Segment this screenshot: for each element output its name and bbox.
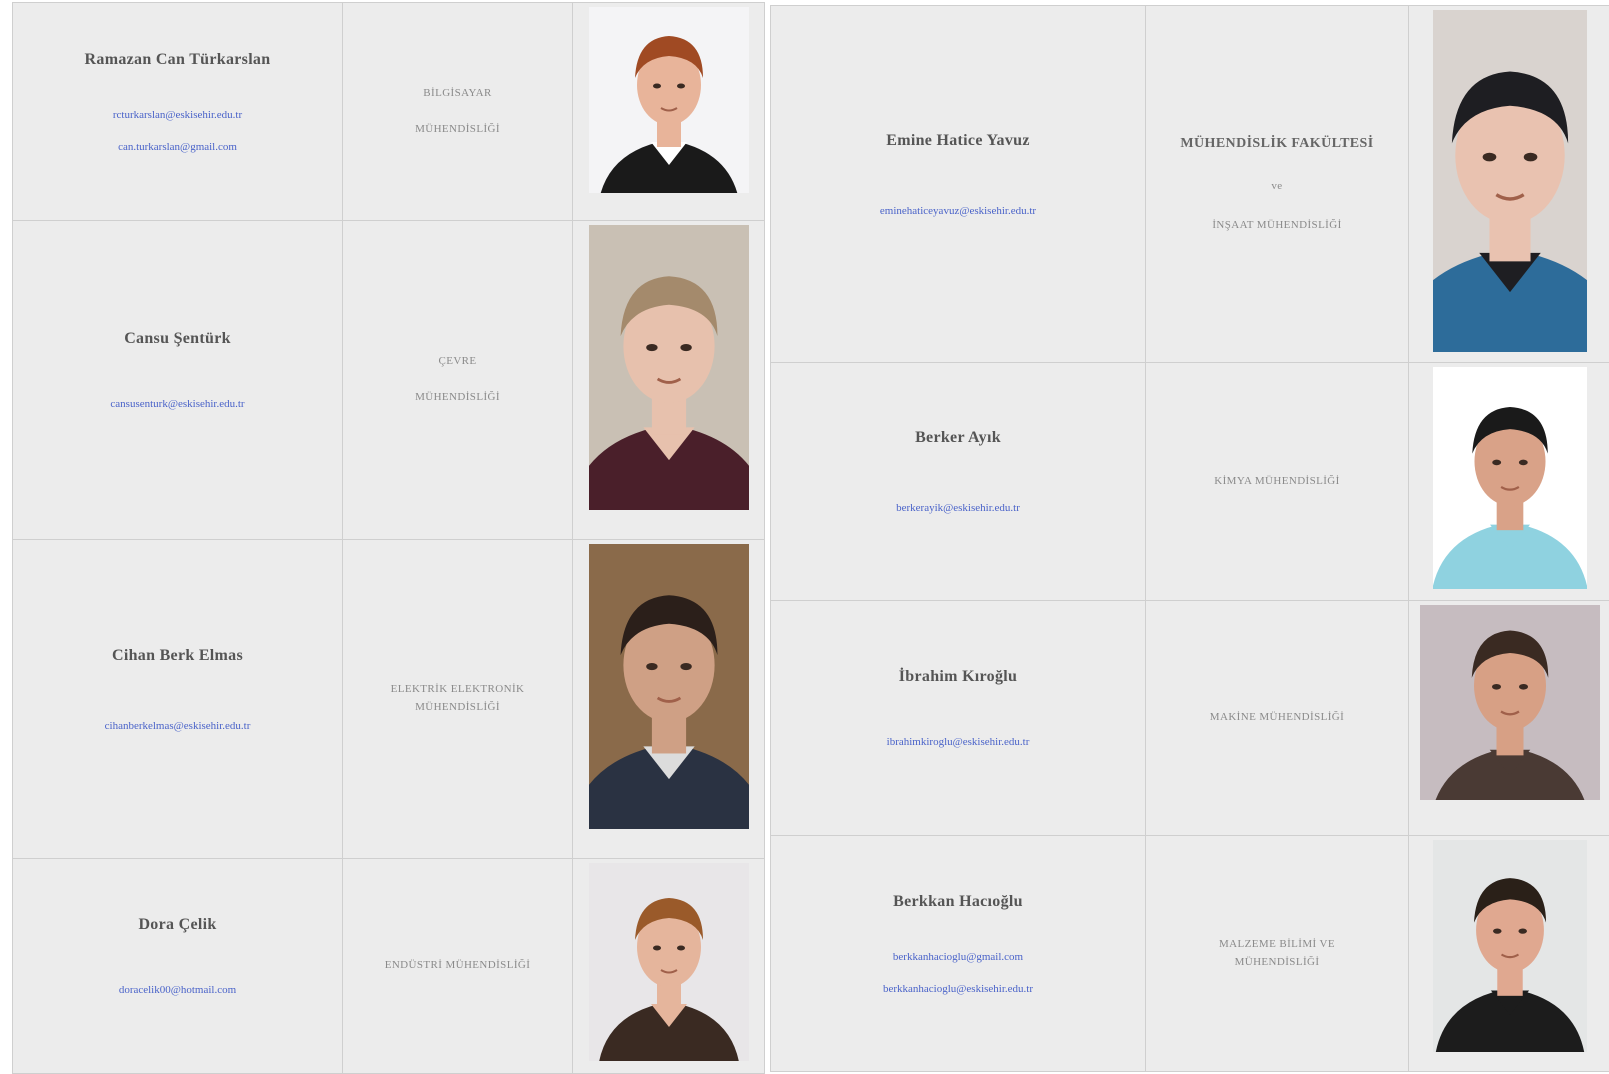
spacer — [13, 665, 342, 720]
member-department-line: İNŞAAT MÜHENDİSLİĞİ — [1146, 217, 1408, 235]
member-contact-cell: Emine Hatice Yavuz eminehaticeyavuz@eskis… — [771, 6, 1146, 363]
member-row: Cansu Şentürk cansusenturk@eskisehir.edu.… — [13, 221, 765, 540]
member-email-link[interactable]: berkkanhacioglu@eskisehir.edu.tr — [771, 983, 1145, 995]
member-email-link[interactable]: berkkanhacioglu@gmail.com — [771, 951, 1145, 963]
member-photo — [589, 863, 749, 1061]
member-row: Emine Hatice Yavuz eminehaticeyavuz@eskis… — [771, 6, 1609, 363]
member-department-line: MÜHENDİSLİK FAKÜLTESİ — [1146, 133, 1408, 155]
member-department-line: ENDÜSTRİ MÜHENDİSLİĞİ — [343, 957, 572, 975]
member-department-line: ELEKTRİK ELEKTRONİK — [343, 681, 572, 699]
member-photo-cell — [573, 221, 765, 540]
member-photo-cell — [1409, 836, 1609, 1072]
member-photo — [589, 7, 749, 193]
member-department-cell: BİLGİSAYAR MÜHENDİSLİĞİ — [343, 3, 573, 221]
member-contact-cell: Ramazan Can Türkarslan rcturkarslan@eskis… — [13, 3, 343, 221]
member-photo-cell — [1409, 601, 1609, 836]
member-department-cell: MAKİNE MÜHENDİSLİĞİ — [1146, 601, 1409, 836]
member-photo-cell — [573, 540, 765, 859]
member-email-link[interactable]: berkerayik@eskisehir.edu.tr — [771, 502, 1145, 514]
member-department-line: MAKİNE MÜHENDİSLİĞİ — [1146, 709, 1408, 727]
member-portrait — [589, 225, 749, 510]
member-contact-cell: Cihan Berk Elmas cihanberkelmas@eskisehir… — [13, 540, 343, 859]
member-email-link[interactable]: ibrahimkiroglu@eskisehir.edu.tr — [771, 736, 1145, 748]
member-contact-cell: Cansu Şentürk cansusenturk@eskisehir.edu.… — [13, 221, 343, 540]
member-row: Berker Ayık berkerayik@eskisehir.edu.trKİ… — [771, 363, 1609, 601]
member-department-line: ve — [1146, 178, 1408, 196]
member-email-link[interactable]: cansusenturk@eskisehir.edu.tr — [13, 398, 342, 410]
spacer — [771, 686, 1145, 736]
member-email-link[interactable]: can.turkarslan@gmail.com — [13, 141, 342, 153]
spacer — [13, 348, 342, 398]
member-photo-cell — [573, 859, 765, 1074]
member-department-cell: KİMYA MÜHENDİSLİĞİ — [1146, 363, 1409, 601]
member-department-cell: ÇEVRE MÜHENDİSLİĞİ — [343, 221, 573, 540]
member-name: Emine Hatice Yavuz — [771, 132, 1145, 150]
member-portrait — [589, 544, 749, 829]
member-department-line: BİLGİSAYAR — [343, 85, 572, 103]
member-department-cell: MALZEME BİLİMİ VEMÜHENDİSLİĞİ — [1146, 836, 1409, 1072]
member-email-link[interactable]: doracelik00@hotmail.com — [13, 984, 342, 996]
member-portrait — [1420, 605, 1600, 800]
member-portrait — [1433, 840, 1587, 1052]
member-contact-cell: Dora Çelik doracelik00@hotmail.com — [13, 859, 343, 1074]
member-email-link[interactable]: cihanberkelmas@eskisehir.edu.tr — [13, 720, 342, 732]
member-contact-cell: İbrahim Kıroğlu ibrahimkiroglu@eskisehir.… — [771, 601, 1146, 836]
member-portrait — [589, 863, 749, 1061]
member-name: Berker Ayık — [771, 429, 1145, 447]
member-row: İbrahim Kıroğlu ibrahimkiroglu@eskisehir.… — [771, 601, 1609, 836]
member-department-line: MÜHENDİSLİĞİ — [1146, 954, 1408, 972]
member-row: Berkkan Hacıoğlu berkkanhacioglu@gmail.co… — [771, 836, 1609, 1072]
member-photo — [589, 544, 749, 829]
right-member-table: Emine Hatice Yavuz eminehaticeyavuz@eskis… — [770, 5, 1609, 1072]
member-department-line: MÜHENDİSLİĞİ — [343, 699, 572, 717]
spacer — [771, 447, 1145, 502]
member-department-line: MÜHENDİSLİĞİ — [343, 121, 572, 139]
spacer — [771, 911, 1145, 951]
member-photo — [1420, 605, 1600, 800]
member-department-line: KİMYA MÜHENDİSLİĞİ — [1146, 473, 1408, 491]
member-department-cell: ELEKTRİK ELEKTRONİKMÜHENDİSLİĞİ — [343, 540, 573, 859]
member-email-link[interactable]: eminehaticeyavuz@eskisehir.edu.tr — [771, 205, 1145, 217]
member-name: Dora Çelik — [13, 916, 342, 934]
member-department-cell: MÜHENDİSLİK FAKÜLTESİ ve İNŞAAT MÜHENDİSLİ… — [1146, 6, 1409, 363]
member-department-cell: ENDÜSTRİ MÜHENDİSLİĞİ — [343, 859, 573, 1074]
member-photo — [1433, 10, 1587, 352]
member-row: Cihan Berk Elmas cihanberkelmas@eskisehir… — [13, 540, 765, 859]
member-photo-cell — [1409, 363, 1609, 601]
member-photo — [589, 225, 749, 510]
left-member-table: Ramazan Can Türkarslan rcturkarslan@eskis… — [12, 2, 765, 1074]
spacer — [13, 69, 342, 109]
member-photo-cell — [573, 3, 765, 221]
member-name: Cihan Berk Elmas — [13, 647, 342, 665]
member-department-line: ÇEVRE — [343, 353, 572, 371]
member-department-line: MALZEME BİLİMİ VE — [1146, 936, 1408, 954]
member-photo — [1433, 840, 1587, 1052]
member-photo — [1433, 367, 1587, 589]
member-contact-cell: Berkkan Hacıoğlu berkkanhacioglu@gmail.co… — [771, 836, 1146, 1072]
member-portrait — [1433, 367, 1587, 589]
member-photo-cell — [1409, 6, 1609, 363]
spacer — [13, 934, 342, 984]
member-portrait — [589, 7, 749, 193]
member-portrait — [1433, 10, 1587, 352]
member-department-line: MÜHENDİSLİĞİ — [343, 389, 572, 407]
member-name: İbrahim Kıroğlu — [771, 668, 1145, 686]
member-row: Ramazan Can Türkarslan rcturkarslan@eskis… — [13, 3, 765, 221]
spacer — [771, 150, 1145, 205]
member-name: Berkkan Hacıoğlu — [771, 893, 1145, 911]
member-email-link[interactable]: rcturkarslan@eskisehir.edu.tr — [13, 109, 342, 121]
member-row: Dora Çelik doracelik00@hotmail.comENDÜSTR… — [13, 859, 765, 1074]
member-name: Cansu Şentürk — [13, 330, 342, 348]
member-contact-cell: Berker Ayık berkerayik@eskisehir.edu.tr — [771, 363, 1146, 601]
member-name: Ramazan Can Türkarslan — [13, 51, 342, 69]
